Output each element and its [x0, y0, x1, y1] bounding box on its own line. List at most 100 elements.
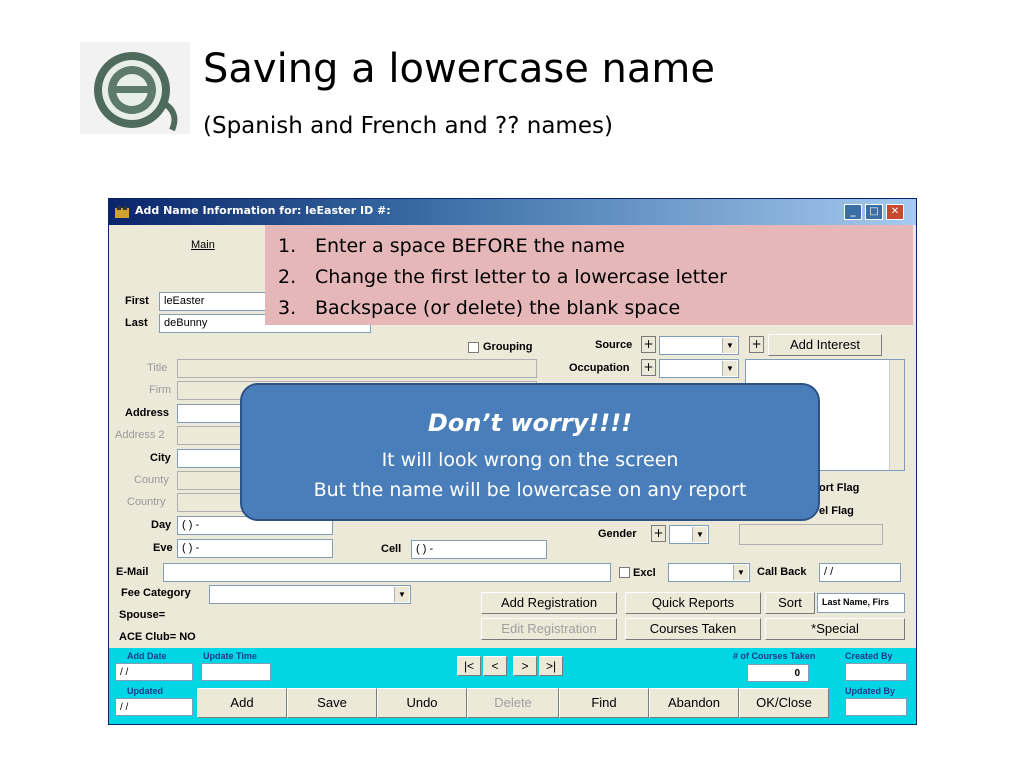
grouping-checkbox[interactable] — [468, 342, 479, 353]
undo-button[interactable]: Undo — [377, 688, 467, 718]
add-button[interactable]: Add — [197, 688, 287, 718]
firm-label: Firm — [149, 384, 171, 396]
update-time-label: Update Time — [203, 651, 257, 661]
quick-reports-button[interactable]: Quick Reports — [625, 592, 761, 614]
instructions-callout: 1. Enter a space BEFORE the name 2. Change… — [265, 225, 913, 325]
record-status-bar: Add Date / / Update Time |< < > >| # of … — [109, 648, 916, 724]
created-by-label: Created By — [845, 651, 893, 661]
interest-list-scrollbar[interactable] — [889, 360, 904, 470]
window-title: Add Name Information for: leEaster ID #: — [135, 204, 391, 217]
country-field[interactable] — [177, 493, 247, 512]
email-label: E-Mail — [116, 566, 149, 578]
update-time-field — [201, 663, 271, 681]
courses-taken-count: 0 — [747, 664, 809, 682]
updated-by-label: Updated By — [845, 686, 896, 696]
prev-record-button[interactable]: < — [483, 656, 507, 676]
tab-main[interactable]: Main — [191, 239, 215, 251]
instructions-list: 1. Enter a space BEFORE the name 2. Change… — [278, 231, 727, 324]
instruction-step: 3. Backspace (or delete) the blank space — [278, 297, 681, 319]
updated-label: Updated — [127, 686, 163, 696]
find-button[interactable]: Find — [559, 688, 649, 718]
sort-order-field[interactable]: Last Name, Firs — [817, 593, 905, 613]
delete-button[interactable]: Delete — [467, 688, 559, 718]
email-field[interactable] — [163, 563, 611, 582]
updated-by-field — [845, 698, 907, 716]
last-record-button[interactable]: >| — [539, 656, 563, 676]
eve-phone-label: Eve — [153, 542, 173, 554]
source-label: Source — [595, 339, 633, 351]
next-record-button[interactable]: > — [513, 656, 537, 676]
minimize-button[interactable]: _ — [844, 204, 862, 220]
city-field[interactable] — [177, 449, 247, 468]
updated-field: / / — [115, 698, 193, 716]
chevron-down-icon: ▼ — [394, 587, 409, 602]
close-button[interactable]: ✕ — [886, 204, 904, 220]
callout-line: It will look wrong on the screen — [381, 449, 679, 471]
first-record-button[interactable]: |< — [457, 656, 481, 676]
add-registration-button[interactable]: Add Registration — [481, 592, 617, 614]
maximize-button[interactable]: □ — [865, 204, 883, 220]
chevron-down-icon: ▼ — [722, 338, 737, 353]
gender-label: Gender — [598, 528, 637, 540]
first-name-label: First — [125, 295, 149, 307]
fee-category-label: Fee Category — [121, 587, 191, 599]
ace-logo — [80, 42, 190, 134]
sort-flag-label: ort Flag — [819, 482, 860, 494]
address2-field[interactable] — [177, 426, 247, 445]
courses-taken-button[interactable]: Courses Taken — [625, 618, 761, 640]
add-interest-button[interactable]: Add Interest — [768, 334, 882, 356]
occupation-add-button[interactable]: + — [641, 359, 656, 376]
sort-button[interactable]: Sort — [765, 592, 815, 614]
source-select[interactable]: ▼ — [659, 336, 739, 355]
county-field[interactable] — [177, 471, 247, 490]
created-by-field — [845, 663, 907, 681]
save-button[interactable]: Save — [287, 688, 377, 718]
ace-club-label: ACE Club= NO — [119, 631, 196, 643]
cell-phone-label: Cell — [381, 543, 402, 555]
callout-heading: Don’t worry!!!! — [427, 409, 633, 437]
day-phone-label: Day — [151, 519, 172, 531]
slide-title: Saving a lowercase name — [203, 46, 715, 92]
edit-registration-button[interactable]: Edit Registration — [481, 618, 617, 640]
call-back-label: Call Back — [757, 566, 807, 578]
address2-label: Address 2 — [115, 429, 165, 441]
add-date-label: Add Date — [127, 651, 167, 661]
grouping-label: Grouping — [483, 341, 533, 353]
window-titlebar: Add Name Information for: leEaster ID #:… — [109, 199, 916, 225]
interest-add-button[interactable]: + — [749, 336, 764, 353]
address-label: Address — [125, 407, 170, 419]
address-field[interactable] — [177, 404, 247, 423]
occupation-label: Occupation — [569, 362, 630, 374]
reassurance-callout: Don’t worry!!!! It will look wrong on th… — [240, 383, 820, 521]
occupation-select[interactable]: ▼ — [659, 359, 739, 378]
abandon-button[interactable]: Abandon — [649, 688, 739, 718]
source-add-button[interactable]: + — [641, 336, 656, 353]
spouse-label: Spouse= — [119, 609, 166, 621]
eve-phone-field[interactable]: ( ) - — [177, 539, 333, 558]
title-label: Title — [147, 362, 168, 374]
cell-phone-field[interactable]: ( ) - — [411, 540, 547, 559]
city-label: City — [150, 452, 171, 464]
callout-line: But the name will be lowercase on any re… — [313, 479, 747, 501]
county-label: County — [134, 474, 169, 486]
excl-checkbox[interactable] — [619, 567, 630, 578]
ok-close-button[interactable]: OK/Close — [739, 688, 829, 718]
add-date-field: / / — [115, 663, 193, 681]
special-button[interactable]: *Special — [765, 618, 905, 640]
call-back-field[interactable]: / / — [819, 563, 901, 582]
courses-taken-count-label: # of Courses Taken — [733, 651, 816, 661]
fee-category-select[interactable]: ▼ — [209, 585, 411, 604]
gender-extra-field[interactable] — [739, 524, 883, 545]
instruction-step: 1. Enter a space BEFORE the name — [278, 235, 625, 257]
app-icon — [115, 206, 129, 218]
chevron-down-icon: ▼ — [733, 565, 748, 580]
country-label: Country — [127, 496, 166, 508]
slide-subtitle: (Spanish and French and ?? names) — [203, 113, 613, 139]
instruction-step: 2. Change the first letter to a lowercase… — [278, 266, 727, 288]
gender-add-button[interactable]: + — [651, 525, 666, 542]
excl-label: Excl — [633, 567, 656, 579]
title-field[interactable] — [177, 359, 537, 378]
excl-select[interactable]: ▼ — [668, 563, 750, 582]
sel-flag-label: el Flag — [819, 505, 854, 517]
gender-select[interactable]: ▼ — [669, 525, 709, 544]
